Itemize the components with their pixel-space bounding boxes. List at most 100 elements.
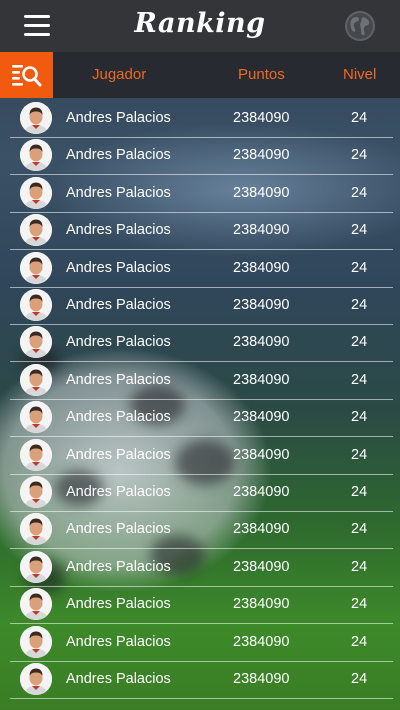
globe-button[interactable]: [344, 10, 376, 42]
table-row[interactable]: Andres Palacios 2384090 24: [10, 287, 393, 325]
player-photo: [20, 176, 52, 209]
player-photo: [20, 139, 52, 172]
player-points: 2384090: [233, 184, 290, 201]
player-name: Andres Palacios: [66, 409, 171, 426]
avatar: [20, 625, 52, 658]
player-level: 24: [351, 521, 368, 538]
player-name: Andres Palacios: [66, 222, 171, 239]
table-row[interactable]: Andres Palacios 2384090 24: [10, 175, 393, 213]
avatar: [20, 139, 52, 172]
player-photo: [20, 363, 52, 396]
search-button[interactable]: [0, 52, 53, 98]
player-level: 24: [351, 633, 368, 650]
table-row[interactable]: Andres Palacios 2384090 24: [10, 624, 393, 662]
ranking-screen: Ranking Jugador Puntos Nivel Andres Pala…: [0, 0, 400, 710]
avatar: [20, 251, 52, 284]
player-points: 2384090: [233, 259, 290, 276]
player-photo: [20, 476, 52, 508]
table-row[interactable]: Andres Palacios 2384090 24: [10, 100, 393, 138]
page-title: Ranking: [134, 8, 266, 39]
player-name: Andres Palacios: [66, 184, 171, 201]
player-points: 2384090: [233, 671, 290, 687]
player-points: 2384090: [233, 446, 290, 463]
player-name: Andres Palacios: [66, 596, 171, 613]
table-row[interactable]: Andres Palacios 2384090 24: [10, 324, 393, 363]
player-photo: [20, 663, 52, 695]
avatar: [20, 663, 52, 695]
player-photo: [20, 401, 52, 434]
player-name: Andres Palacios: [66, 521, 171, 538]
player-name: Andres Palacios: [66, 371, 171, 388]
column-header-level[interactable]: Nivel: [343, 66, 376, 83]
player-level: 24: [351, 596, 368, 613]
table-row[interactable]: Andres Palacios 2384090 24: [10, 250, 393, 288]
top-bar: Ranking: [0, 0, 400, 52]
avatar: [20, 289, 52, 321]
player-name: Andres Palacios: [66, 671, 171, 687]
player-level: 24: [351, 184, 368, 201]
table-row[interactable]: Andres Palacios 2384090 24: [10, 511, 393, 550]
table-row[interactable]: Andres Palacios 2384090 24: [10, 474, 393, 512]
avatar: [20, 401, 52, 434]
player-photo: [20, 588, 52, 621]
column-header-points[interactable]: Puntos: [238, 66, 285, 83]
player-photo: [20, 513, 52, 546]
player-points: 2384090: [233, 147, 290, 164]
player-points: 2384090: [233, 297, 290, 313]
player-points: 2384090: [233, 633, 290, 650]
table-row[interactable]: Andres Palacios 2384090 24: [10, 362, 393, 400]
globe-icon: [345, 11, 375, 41]
player-name: Andres Palacios: [66, 446, 171, 463]
player-level: 24: [351, 671, 368, 687]
player-name: Andres Palacios: [66, 110, 171, 126]
avatar: [20, 363, 52, 396]
player-name: Andres Palacios: [66, 484, 171, 500]
player-points: 2384090: [233, 521, 290, 538]
player-photo: [20, 251, 52, 284]
player-level: 24: [351, 409, 368, 426]
player-photo: [20, 550, 52, 583]
player-points: 2384090: [233, 334, 290, 351]
avatar: [20, 476, 52, 508]
player-points: 2384090: [233, 222, 290, 239]
avatar: [20, 214, 52, 247]
table-row[interactable]: Andres Palacios 2384090 24: [10, 586, 393, 625]
player-level: 24: [351, 446, 368, 463]
table-row[interactable]: Andres Palacios 2384090 24: [10, 661, 393, 699]
player-points: 2384090: [233, 596, 290, 613]
player-photo: [20, 438, 52, 471]
player-points: 2384090: [233, 558, 290, 575]
search-list-icon: [12, 65, 42, 87]
player-photo: [20, 214, 52, 247]
avatar: [20, 513, 52, 546]
player-photo: [20, 289, 52, 321]
player-points: 2384090: [233, 110, 290, 126]
avatar: [20, 438, 52, 471]
player-level: 24: [351, 334, 368, 351]
avatar: [20, 102, 52, 134]
player-level: 24: [351, 147, 368, 164]
table-row[interactable]: Andres Palacios 2384090 24: [10, 399, 393, 438]
player-level: 24: [351, 484, 368, 500]
table-row[interactable]: Andres Palacios 2384090 24: [10, 212, 393, 251]
player-name: Andres Palacios: [66, 558, 171, 575]
player-name: Andres Palacios: [66, 633, 171, 650]
player-name: Andres Palacios: [66, 259, 171, 276]
table-row[interactable]: Andres Palacios 2384090 24: [10, 549, 393, 587]
player-level: 24: [351, 297, 368, 313]
table-row[interactable]: Andres Palacios 2384090 24: [10, 437, 393, 475]
player-photo: [20, 326, 52, 359]
table-header: Jugador Puntos Nivel: [0, 52, 400, 98]
player-level: 24: [351, 222, 368, 239]
player-level: 24: [351, 110, 368, 126]
table-row[interactable]: Andres Palacios 2384090 24: [10, 137, 393, 176]
column-header-player[interactable]: Jugador: [92, 66, 146, 83]
avatar: [20, 550, 52, 583]
player-photo: [20, 625, 52, 658]
player-points: 2384090: [233, 371, 290, 388]
player-photo: [20, 102, 52, 134]
avatar: [20, 176, 52, 209]
player-level: 24: [351, 259, 368, 276]
player-name: Andres Palacios: [66, 147, 171, 164]
avatar: [20, 588, 52, 621]
